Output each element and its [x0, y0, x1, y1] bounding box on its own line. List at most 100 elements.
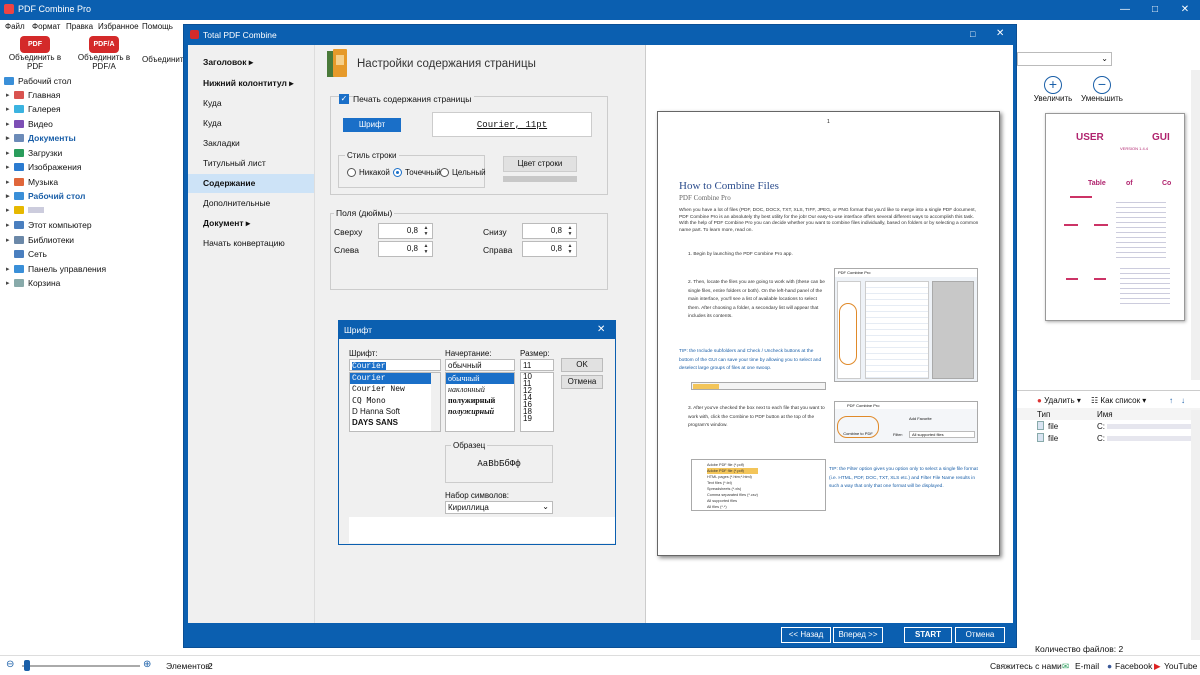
file-icon	[1037, 433, 1044, 442]
menu-format[interactable]: Формат	[32, 22, 60, 31]
file-row[interactable]: file C:	[1017, 420, 1200, 432]
tree-item-gallery[interactable]: ▸Галерея	[6, 104, 61, 114]
font-name-list[interactable]: Courier Courier New CQ Mono D Hanna Soft…	[349, 372, 441, 432]
tree-item-video[interactable]: ▸Видео	[6, 119, 53, 129]
zoom-slider-thumb[interactable]	[24, 660, 30, 671]
page-thumbnail[interactable]: USER GUI VERSION 1.4.4 Table of Co	[1045, 113, 1185, 321]
email-link[interactable]: E-mail	[1075, 661, 1099, 671]
col-type[interactable]: Тип	[1037, 410, 1050, 419]
dialog-maximize-icon[interactable]: □	[970, 29, 975, 39]
font-name-input[interactable]: Courier	[349, 359, 441, 371]
font-size-list[interactable]: 10 11 12 14 16 18 19	[520, 372, 554, 432]
desktop-icon	[14, 192, 24, 200]
nav-start-conversion[interactable]: Начать конвертацию	[188, 234, 314, 253]
merge-more-button[interactable]: Объединить	[142, 36, 186, 64]
nav-cover[interactable]: Титульный лист	[188, 154, 314, 173]
tree-item-downloads[interactable]: ▸Загрузки	[6, 148, 62, 158]
menu-file[interactable]: Файл	[5, 22, 25, 31]
youtube-link[interactable]: YouTube	[1164, 661, 1197, 671]
thumb-scrollbar[interactable]	[1191, 70, 1200, 380]
merge-pdf-button[interactable]: PDF Объединить в PDF	[2, 36, 68, 71]
font-size-input[interactable]: 11	[520, 359, 554, 371]
cancel-button[interactable]: Отмена	[955, 627, 1005, 643]
nav-document[interactable]: Документ ▸	[188, 214, 314, 233]
zoom-out-button[interactable]: −Уменьшить	[1077, 76, 1127, 103]
size-option[interactable]: 19	[521, 415, 553, 422]
merge-pdfa-button[interactable]: PDF/A Объединить в PDF/A	[68, 36, 140, 71]
zoom-minus-icon[interactable]: ⊖	[6, 659, 14, 670]
nav-where-2[interactable]: Куда	[188, 114, 314, 133]
path-combo[interactable]: ⌄	[1017, 52, 1112, 66]
maximize-icon[interactable]: □	[1140, 0, 1170, 20]
style-option[interactable]: полужирный	[446, 406, 514, 417]
tree-item-documents[interactable]: ▸Документы	[6, 133, 76, 143]
print-toc-checkbox[interactable]: ✓	[339, 94, 349, 104]
zoom-in-button[interactable]: +Увеличить	[1033, 76, 1073, 103]
thumb-line	[1064, 224, 1078, 226]
tree-item-recycle-bin[interactable]: ▸Корзина	[6, 278, 60, 288]
tree-item-this-pc[interactable]: ▸Этот компьютер	[6, 220, 92, 230]
margin-left-input[interactable]: 0,8▲▼	[378, 241, 433, 257]
margin-bottom-input[interactable]: 0,8▲▼	[522, 223, 577, 239]
tree-item-network[interactable]: Сеть	[6, 249, 47, 259]
next-button[interactable]: Вперед >>	[833, 627, 883, 643]
margin-right-input[interactable]: 0,8▲▼	[522, 241, 577, 257]
file-row[interactable]: file C:	[1017, 432, 1200, 444]
start-button[interactable]: START	[904, 627, 952, 643]
minimize-icon[interactable]: —	[1110, 0, 1140, 20]
nav-additional[interactable]: Дополнительные	[188, 194, 314, 213]
nav-header[interactable]: Заголовок ▸	[188, 53, 314, 72]
font-option[interactable]: CQ Mono	[350, 395, 440, 406]
dialog-close-icon[interactable]: ✕	[996, 28, 1004, 39]
back-button[interactable]: << Назад	[781, 627, 831, 643]
facebook-link[interactable]: Facebook	[1115, 661, 1152, 671]
menu-favorites[interactable]: Избранное	[98, 22, 139, 31]
font-ok-button[interactable]: OK	[561, 358, 603, 372]
menu-help[interactable]: Помощь	[142, 22, 173, 31]
tree-item-desktop[interactable]: ▸Рабочий стол	[6, 191, 85, 201]
view-mode-button[interactable]: ☷ Как список ▾	[1091, 396, 1146, 405]
zoom-plus-icon[interactable]: ⊕	[143, 659, 151, 670]
font-style-list[interactable]: обычный наклонный полужирный полужирный	[445, 372, 515, 432]
close-icon[interactable]: ✕	[1170, 0, 1200, 20]
delete-button[interactable]: ● Удалить ▾	[1037, 396, 1081, 405]
tree-item-user-folder[interactable]: ▸	[6, 206, 44, 214]
nav-where-1[interactable]: Куда	[188, 94, 314, 113]
font-option[interactable]: Courier New	[350, 384, 440, 395]
font-option[interactable]: D Hanna Soft	[350, 406, 440, 417]
tree-item-desktop-root[interactable]: Рабочий стол	[4, 76, 71, 86]
style-option[interactable]: полужирный	[446, 395, 514, 406]
tree-item-control-panel[interactable]: ▸Панель управления	[6, 264, 106, 274]
font-dialog-close-icon[interactable]: ✕	[597, 324, 605, 335]
col-name[interactable]: Имя	[1097, 410, 1113, 419]
margin-top-input[interactable]: 0,8▲▼	[378, 223, 433, 239]
font-style-input[interactable]: обычный	[445, 359, 515, 371]
menu-edit[interactable]: Правка	[66, 22, 93, 31]
file-count: Количество файлов: 2	[1035, 644, 1123, 654]
down-icon[interactable]: ↓	[1181, 396, 1185, 405]
tree-item-home[interactable]: ▸Главная	[6, 90, 60, 100]
font-option[interactable]: DAYS SANS	[350, 417, 440, 428]
zoom-slider-track[interactable]	[22, 665, 140, 667]
nav-bookmarks[interactable]: Закладки	[188, 134, 314, 153]
nav-footer[interactable]: Нижний колонтитул ▸	[188, 74, 314, 93]
file-scrollbar[interactable]	[1191, 410, 1200, 640]
radio-dotted[interactable]	[393, 168, 402, 177]
radio-none[interactable]	[347, 168, 356, 177]
style-option[interactable]: обычный	[446, 373, 514, 384]
charset-select[interactable]: Кириллица⌄	[445, 501, 553, 514]
font-button[interactable]: Шрифт	[343, 118, 401, 132]
line-color-button[interactable]: Цвет строки	[503, 156, 577, 172]
tree-item-music[interactable]: ▸Музыка	[6, 177, 58, 187]
tree-item-libraries[interactable]: ▸Библиотеки	[6, 235, 74, 245]
radio-solid[interactable]	[440, 168, 449, 177]
charset-label: Набор символов:	[445, 491, 509, 500]
line-style-label: Стиль строки	[345, 151, 399, 160]
tree-item-images[interactable]: ▸Изображения	[6, 162, 81, 172]
style-option[interactable]: наклонный	[446, 384, 514, 395]
font-cancel-button[interactable]: Отмена	[561, 375, 603, 389]
nav-contents[interactable]: Содержание	[188, 174, 314, 193]
font-list-scrollbar[interactable]	[431, 373, 440, 431]
up-icon[interactable]: ↑	[1169, 396, 1173, 405]
font-option[interactable]: Courier	[350, 373, 440, 384]
